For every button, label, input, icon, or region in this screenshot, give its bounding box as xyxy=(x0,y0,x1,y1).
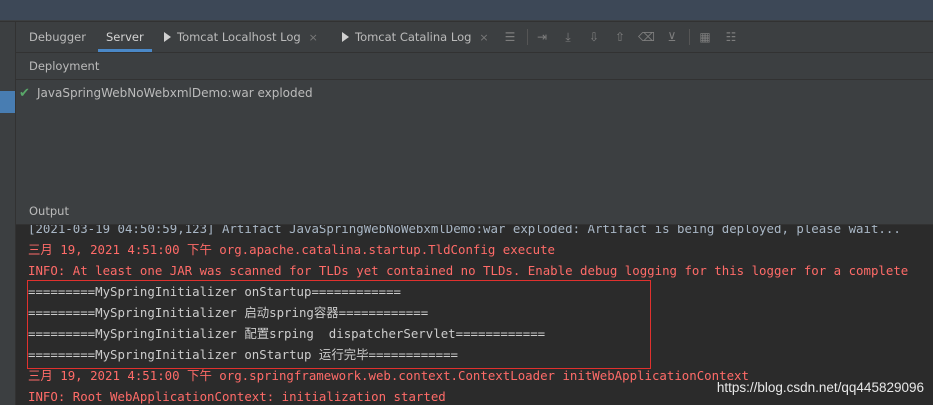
scroll-to-end-icon[interactable]: ⤓ xyxy=(560,29,576,45)
close-icon[interactable]: × xyxy=(309,31,318,44)
left-tool-strip xyxy=(0,22,16,405)
console-line: INFO: Root WebApplicationContext: initia… xyxy=(28,389,446,404)
console-line: [2021-03-19 04:50:59,123] Artifact JavaS… xyxy=(28,225,901,236)
deployment-item-label: JavaSpringWebNoWebxmlDemo:war exploded xyxy=(37,86,313,100)
clear-icon[interactable]: ⌫ xyxy=(638,29,655,45)
title-bar xyxy=(0,0,933,22)
tab-tomcat-catalina-log-label: Tomcat Catalina Log xyxy=(355,30,472,44)
log-tab-icon xyxy=(342,32,349,42)
log-tab-icon xyxy=(164,32,171,42)
services-tab-bar: Debugger Server Tomcat Localhost Log × To… xyxy=(16,22,933,53)
output-header: Output xyxy=(16,198,933,225)
settings-icon[interactable]: ☷ xyxy=(723,29,739,45)
tab-server[interactable]: Server xyxy=(98,22,152,52)
left-tool-strip-selection[interactable] xyxy=(0,91,15,113)
window-accent-band xyxy=(0,0,933,20)
console-line: INFO: At least one JAR was scanned for T… xyxy=(28,263,909,278)
highlight-annotation-box xyxy=(27,280,651,369)
console-line: 三月 19, 2021 4:51:00 下午 org.apache.catali… xyxy=(28,242,555,257)
tab-server-label: Server xyxy=(106,30,144,44)
soft-wrap-icon[interactable]: ⇥ xyxy=(534,29,550,45)
deployment-item[interactable]: ✔ JavaSpringWebNoWebxmlDemo:war exploded xyxy=(19,83,313,103)
toolbar-separator xyxy=(527,29,528,45)
deployment-header: Deployment xyxy=(16,53,933,80)
output-console[interactable]: [2021-03-19 04:50:59,123] Artifact JavaS… xyxy=(16,225,933,405)
upload-icon[interactable]: ⇧ xyxy=(612,29,628,45)
check-icon: ✔ xyxy=(19,86,30,101)
close-icon[interactable]: × xyxy=(479,31,488,44)
tab-tomcat-localhost-log-label: Tomcat Localhost Log xyxy=(177,30,301,44)
tab-tomcat-catalina-log[interactable]: Tomcat Catalina Log × xyxy=(342,22,489,52)
menu-icon[interactable]: ☰ xyxy=(502,29,518,45)
filter-icon[interactable]: ⊻ xyxy=(664,29,680,45)
print-icon[interactable]: ▦ xyxy=(697,29,713,45)
tab-debugger[interactable]: Debugger xyxy=(29,22,86,52)
download-icon[interactable]: ⇩ xyxy=(586,29,602,45)
watermark: https://blog.csdn.net/qq445829096 xyxy=(716,380,924,395)
tab-tomcat-localhost-log[interactable]: Tomcat Localhost Log × xyxy=(164,22,318,52)
toolbar-separator xyxy=(689,29,690,45)
tab-debugger-label: Debugger xyxy=(29,30,86,44)
deployment-list: ✔ JavaSpringWebNoWebxmlDemo:war exploded xyxy=(16,80,933,198)
